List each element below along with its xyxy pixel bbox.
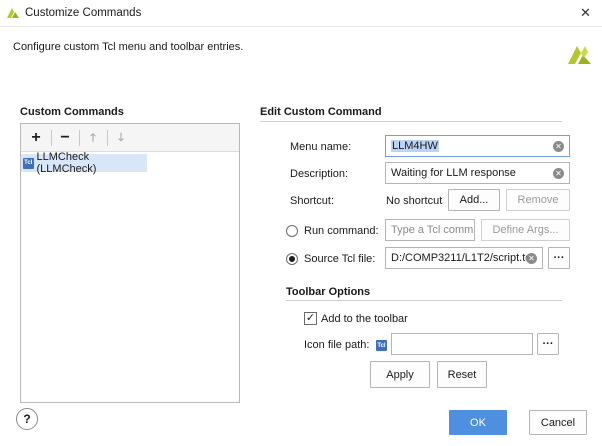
add-to-toolbar-label: Add to the toolbar — [321, 313, 408, 325]
description-label: Description: — [290, 168, 349, 180]
browse-icon-button[interactable]: ··· — [537, 333, 559, 355]
brand-logo-icon — [566, 40, 594, 68]
move-down-icon[interactable]: 🡓 — [111, 128, 131, 148]
close-icon[interactable]: ✕ — [580, 5, 591, 21]
description-value: Waiting for LLM response — [391, 167, 516, 179]
dialog-description: Configure custom Tcl menu and toolbar en… — [13, 41, 244, 53]
commands-toolbar: + − 🡑 🡓 — [21, 124, 239, 152]
add-to-toolbar-checkbox[interactable]: ✓ — [304, 312, 317, 325]
clear-icon[interactable]: ✕ — [553, 141, 564, 152]
run-command-label: Run command: — [304, 225, 379, 237]
toolbar-options-divider — [286, 300, 562, 301]
move-up-icon[interactable]: 🡑 — [83, 128, 103, 148]
clear-icon[interactable]: ✕ — [526, 253, 537, 264]
shortcut-label: Shortcut: — [290, 195, 335, 207]
shortcut-value: No shortcut — [386, 195, 443, 207]
browse-tcl-button[interactable]: ··· — [548, 247, 570, 269]
run-command-placeholder: Type a Tcl comm — [391, 224, 474, 236]
title-bar: Customize Commands ✕ — [0, 0, 602, 27]
define-args-button[interactable]: Define Args... — [481, 219, 570, 241]
remove-command-button[interactable]: − — [55, 128, 75, 148]
add-command-button[interactable]: + — [26, 128, 46, 148]
menu-name-field[interactable]: LLM4HW ✕ — [385, 135, 570, 157]
custom-commands-title: Custom Commands — [20, 106, 124, 118]
run-command-radio[interactable] — [286, 225, 298, 237]
edit-title-divider — [260, 121, 562, 122]
tcl-icon-preview: Tcl — [376, 340, 387, 351]
icon-file-label: Icon file path: — [304, 339, 370, 351]
help-button[interactable]: ? — [16, 408, 38, 430]
command-label: LLMCheck (LLMCheck) — [36, 151, 97, 175]
remove-shortcut-button[interactable]: Remove — [506, 189, 570, 211]
toolbar-options-title: Toolbar Options — [286, 286, 371, 298]
source-tcl-label: Source Tcl file: — [304, 253, 376, 265]
ok-button[interactable]: OK — [449, 410, 507, 435]
toolbar-divider — [51, 130, 52, 146]
icon-file-input[interactable] — [391, 333, 533, 355]
toolbar-divider — [107, 130, 108, 146]
add-shortcut-button[interactable]: Add... — [448, 189, 500, 211]
run-command-input[interactable]: Type a Tcl comm — [385, 219, 475, 241]
command-list-item[interactable]: Tcl LLMCheck (LLMCheck) — [21, 151, 147, 175]
toolbar-divider — [79, 130, 80, 146]
apply-button[interactable]: Apply — [370, 361, 430, 388]
menu-name-value: LLM4HW — [391, 140, 439, 152]
tcl-file-icon: Tcl — [23, 157, 34, 169]
cancel-button[interactable]: Cancel — [529, 410, 587, 435]
menu-name-label: Menu name: — [290, 141, 352, 153]
edit-command-title: Edit Custom Command — [260, 106, 382, 118]
clear-icon[interactable]: ✕ — [553, 168, 564, 179]
description-field[interactable]: Waiting for LLM response ✕ — [385, 162, 570, 184]
window-title: Customize Commands — [25, 7, 142, 19]
source-tcl-radio[interactable] — [286, 253, 298, 265]
custom-commands-panel: + − 🡑 🡓 Tcl LLMCheck (LLMCheck) — [20, 123, 240, 403]
source-tcl-value: D:/COMP3211/L1T2/script.tcl — [391, 252, 534, 264]
reset-button[interactable]: Reset — [437, 361, 487, 388]
source-tcl-field[interactable]: D:/COMP3211/L1T2/script.tcl ✕ — [385, 247, 543, 269]
app-logo-icon — [6, 6, 20, 20]
